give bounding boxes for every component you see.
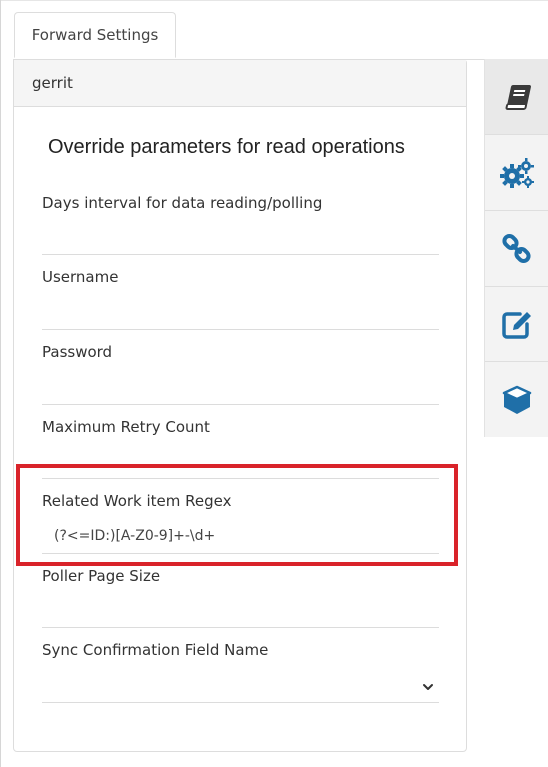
field-days-interval: Days interval for data reading/polling <box>42 194 439 256</box>
settings-panel: gerrit Override parameters for read oper… <box>13 59 467 752</box>
field-underline <box>42 404 439 405</box>
left-border <box>0 0 1 767</box>
max-retry-input[interactable] <box>42 448 439 476</box>
field-label: Days interval for data reading/polling <box>42 194 323 212</box>
sidebar-item-cube[interactable] <box>485 362 548 437</box>
field-underline <box>42 627 439 628</box>
right-sidebar <box>484 59 548 437</box>
chevron-down-icon[interactable] <box>421 680 435 694</box>
sidebar-item-link[interactable] <box>485 211 548 286</box>
field-underline <box>42 254 439 255</box>
days-interval-input[interactable] <box>42 224 439 252</box>
field-poller-page-size: Poller Page Size <box>42 567 439 629</box>
gears-icon <box>499 157 534 188</box>
field-username: Username <box>42 268 439 330</box>
panel-header-title: gerrit <box>32 74 73 92</box>
panel-header: gerrit <box>14 60 466 107</box>
sidebar-item-book[interactable] <box>485 59 548 134</box>
field-label: Maximum Retry Count <box>42 418 210 436</box>
top-border <box>0 0 548 1</box>
page-root: Forward Settings gerrit Override paramet… <box>0 0 548 767</box>
sidebar-item-settings[interactable] <box>485 135 548 210</box>
field-underline <box>42 329 439 330</box>
field-password: Password <box>42 343 439 405</box>
username-input[interactable] <box>42 298 439 326</box>
field-label: Username <box>42 268 119 286</box>
field-label: Poller Page Size <box>42 567 161 585</box>
field-underline <box>42 702 439 703</box>
field-label: Password <box>42 343 113 361</box>
book-icon <box>505 84 531 110</box>
field-label: Related Work item Regex <box>42 492 232 510</box>
sidebar-item-edit[interactable] <box>485 287 548 362</box>
poller-page-size-input[interactable] <box>42 597 439 625</box>
link-icon <box>501 233 531 263</box>
field-underline <box>42 478 439 479</box>
field-label: Sync Confirmation Field Name <box>42 641 269 659</box>
password-input[interactable] <box>42 373 439 401</box>
field-underline <box>42 553 439 554</box>
field-sync-confirmation: Sync Confirmation Field Name <box>42 641 439 703</box>
field-related-work-item-regex: Related Work item Regex <box>42 492 439 554</box>
field-max-retry: Maximum Retry Count <box>42 418 439 480</box>
section-title: Override parameters for read operations <box>48 136 405 158</box>
cube-icon <box>502 385 531 414</box>
sync-confirmation-select[interactable] <box>42 672 439 700</box>
regex-input[interactable] <box>42 522 439 550</box>
tab-forward-settings[interactable]: Forward Settings <box>14 12 176 58</box>
edit-icon <box>501 311 531 339</box>
tab-label: Forward Settings <box>31 26 159 44</box>
